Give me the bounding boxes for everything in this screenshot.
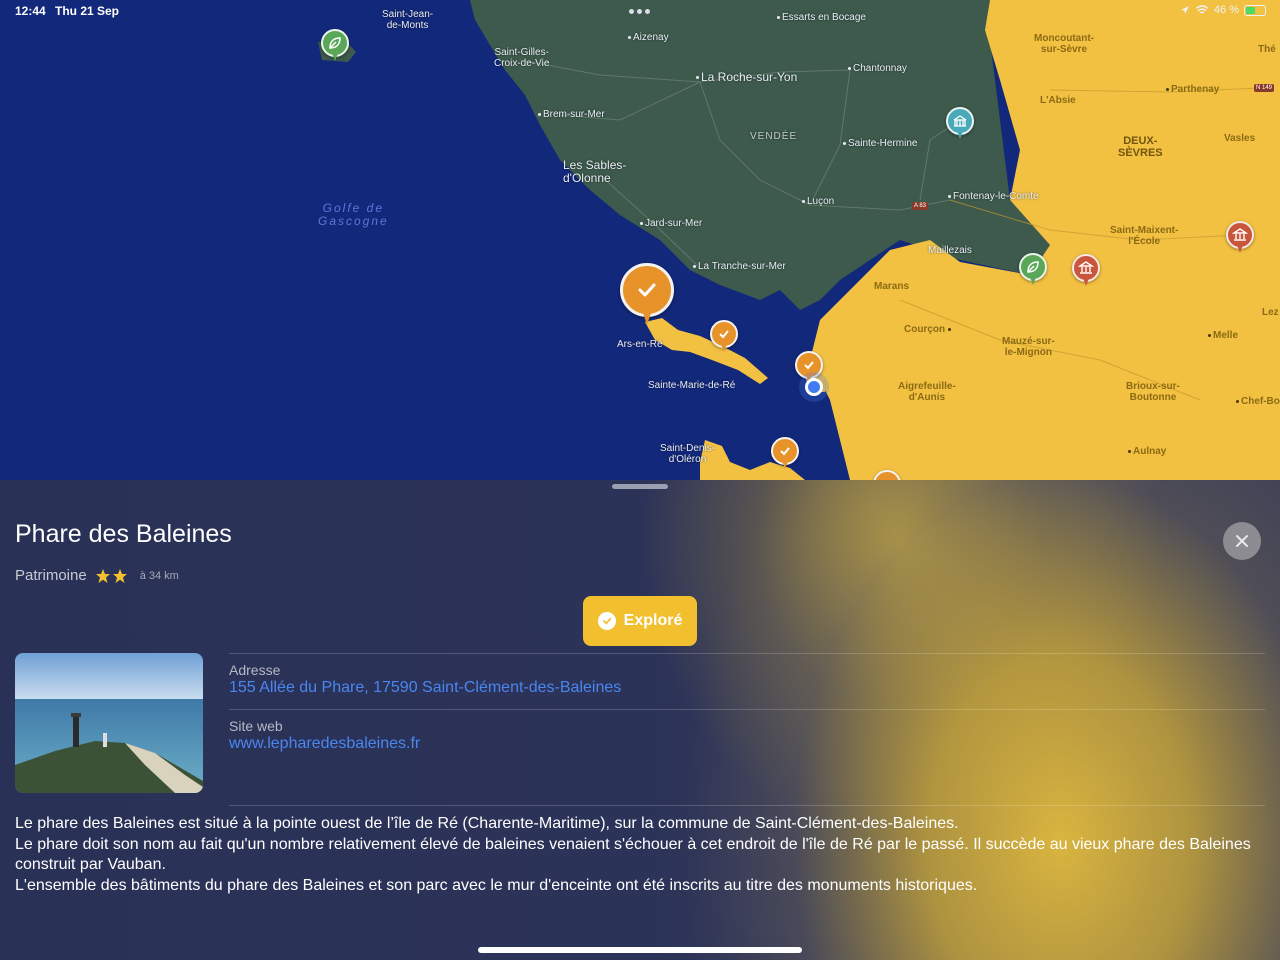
place-lucon: Luçon bbox=[802, 196, 834, 208]
map-pin-heritage[interactable] bbox=[1072, 254, 1100, 288]
category-label: Patrimoine bbox=[15, 567, 87, 584]
divider bbox=[229, 653, 1265, 654]
place-detail-sheet: Phare des Baleines Patrimoine à 34 km Ex… bbox=[0, 480, 1280, 960]
place-brioux: Brioux-sur- Boutonne bbox=[1126, 381, 1180, 403]
map-pin-nature-2[interactable] bbox=[1019, 253, 1047, 287]
place-la-tranche: La Tranche-sur-Mer bbox=[693, 261, 786, 273]
place-sainte-marie: Sainte-Marie-de-Ré bbox=[648, 380, 736, 391]
place-melle: Melle bbox=[1208, 330, 1238, 342]
user-location-dot bbox=[805, 378, 823, 396]
place-saint-denis: Saint-Denis- d'Oléron bbox=[660, 443, 716, 465]
description-paragraph: Le phare doit son nom au fait qu'un nomb… bbox=[15, 835, 1251, 874]
place-chef-bo: Chef-Bo bbox=[1236, 396, 1280, 408]
place-saint-maixent: Saint-Maixent- l'École bbox=[1110, 225, 1179, 247]
star-icon bbox=[95, 568, 110, 583]
place-saint-jean-de-monts: Saint-Jean- de-Monts bbox=[382, 9, 434, 31]
rating-stars bbox=[95, 568, 128, 584]
sea-golfe-de-gascogne: Golfe de Gascogne bbox=[318, 201, 389, 228]
place-aizenay: Aizenay bbox=[628, 32, 669, 44]
place-photo[interactable] bbox=[15, 653, 203, 793]
check-icon bbox=[780, 447, 790, 456]
place-labsie: L'Absie bbox=[1040, 95, 1076, 106]
place-vasles: Vasles bbox=[1224, 133, 1256, 144]
place-jard-sur-mer: Jard-sur-Mer bbox=[640, 218, 702, 230]
address-link[interactable]: 155 Allée du Phare, 17590 Saint-Clément-… bbox=[229, 679, 621, 697]
battery-icon bbox=[1244, 4, 1266, 16]
star-icon bbox=[112, 568, 127, 583]
place-sainte-hermine: Sainte-Hermine bbox=[843, 138, 917, 150]
place-parthenay: Parthenay bbox=[1166, 84, 1219, 96]
wifi-icon bbox=[1195, 5, 1209, 14]
place-title: Phare des Baleines bbox=[15, 520, 232, 548]
place-aulnay: Aulnay bbox=[1128, 446, 1166, 458]
description-paragraph: Le phare des Baleines est situé à la poi… bbox=[15, 815, 959, 832]
lighthouse-photo bbox=[15, 653, 203, 793]
region-vendee: VENDÉE bbox=[750, 131, 798, 142]
leaf-icon bbox=[1027, 261, 1039, 273]
place-the: Thé bbox=[1258, 44, 1276, 55]
place-maillezais: Maillezais bbox=[928, 245, 972, 256]
place-description: Le phare des Baleines est situé à la poi… bbox=[15, 814, 1265, 897]
place-essarts: Essarts en Bocage bbox=[777, 12, 866, 24]
status-indicators: 46 % bbox=[1180, 4, 1266, 16]
sheet-grabber[interactable] bbox=[612, 484, 668, 489]
road-n149: N 149 bbox=[1254, 84, 1275, 92]
map-pin-heritage-2[interactable] bbox=[1226, 221, 1254, 255]
check-icon bbox=[638, 283, 656, 297]
museum-icon bbox=[1078, 261, 1094, 274]
battery-percent: 46 % bbox=[1213, 4, 1239, 16]
place-courcon: Courçon bbox=[904, 324, 953, 336]
place-fontenay: Fontenay-le-Comte bbox=[948, 191, 1039, 203]
place-chantonnay: Chantonnay bbox=[848, 63, 907, 75]
home-indicator[interactable] bbox=[478, 947, 802, 953]
website-link[interactable]: www.lepharedesbaleines.fr bbox=[229, 735, 420, 753]
divider bbox=[229, 709, 1265, 710]
place-saint-gilles: Saint-Gilles- Croix-de-Vie bbox=[494, 47, 550, 69]
museum-icon bbox=[1232, 228, 1248, 241]
distance-label: à 34 km bbox=[139, 569, 179, 582]
region-deux-sevres: DEUX- SÈVRES bbox=[1118, 135, 1163, 159]
status-date: Thu 21 Sep bbox=[55, 4, 120, 18]
explored-button-label: Exploré bbox=[623, 612, 683, 629]
road-a83: A 83 bbox=[912, 202, 929, 210]
close-icon bbox=[1236, 535, 1248, 547]
map-base bbox=[0, 0, 1280, 480]
explored-button[interactable]: Exploré bbox=[583, 596, 697, 646]
place-les-sables: Les Sables- d'Olonne bbox=[563, 158, 627, 185]
place-marans: Marans bbox=[874, 281, 910, 292]
map-pin-selected-phare[interactable] bbox=[620, 263, 674, 327]
multitasking-menu[interactable] bbox=[629, 9, 650, 14]
place-brem-sur-mer: Brem-sur-Mer bbox=[538, 109, 605, 121]
address-label: Adresse bbox=[229, 662, 281, 678]
place-moncoutant: Moncoutant- sur-Sèvre bbox=[1034, 33, 1094, 55]
map-view[interactable]: Saint-Jean- de-Monts Essarts en Bocage A… bbox=[0, 0, 1280, 480]
place-mauze: Mauzé-sur- le-Mignon bbox=[1002, 336, 1055, 358]
check-circle-icon bbox=[597, 612, 616, 630]
map-pin-explored-3[interactable] bbox=[771, 437, 799, 471]
status-time: 12:44 bbox=[15, 4, 46, 18]
category-row: Patrimoine à 34 km bbox=[15, 567, 179, 584]
check-icon bbox=[719, 330, 729, 339]
town-hall-icon bbox=[953, 115, 967, 127]
map-pin-city[interactable] bbox=[946, 107, 974, 141]
location-arrow-icon bbox=[1180, 6, 1189, 14]
description-paragraph: L'ensemble des bâtiments du phare des Ba… bbox=[15, 877, 978, 895]
map-pin-explored-4[interactable] bbox=[873, 470, 901, 480]
place-aigrefeuille: Aigrefeuille- d'Aunis bbox=[898, 381, 956, 403]
check-icon bbox=[804, 361, 814, 370]
place-ars-en-re: Ars-en-Ré bbox=[617, 339, 663, 350]
leaf-icon bbox=[329, 37, 341, 49]
website-label: Site web bbox=[229, 718, 283, 734]
map-pin-explored[interactable] bbox=[710, 320, 738, 354]
map-pin-nature[interactable] bbox=[321, 29, 349, 63]
divider bbox=[229, 805, 1265, 806]
place-la-roche-sur-yon: La Roche-sur-Yon bbox=[696, 71, 797, 84]
close-button[interactable] bbox=[1223, 522, 1261, 560]
place-lez: Lez bbox=[1262, 307, 1279, 318]
